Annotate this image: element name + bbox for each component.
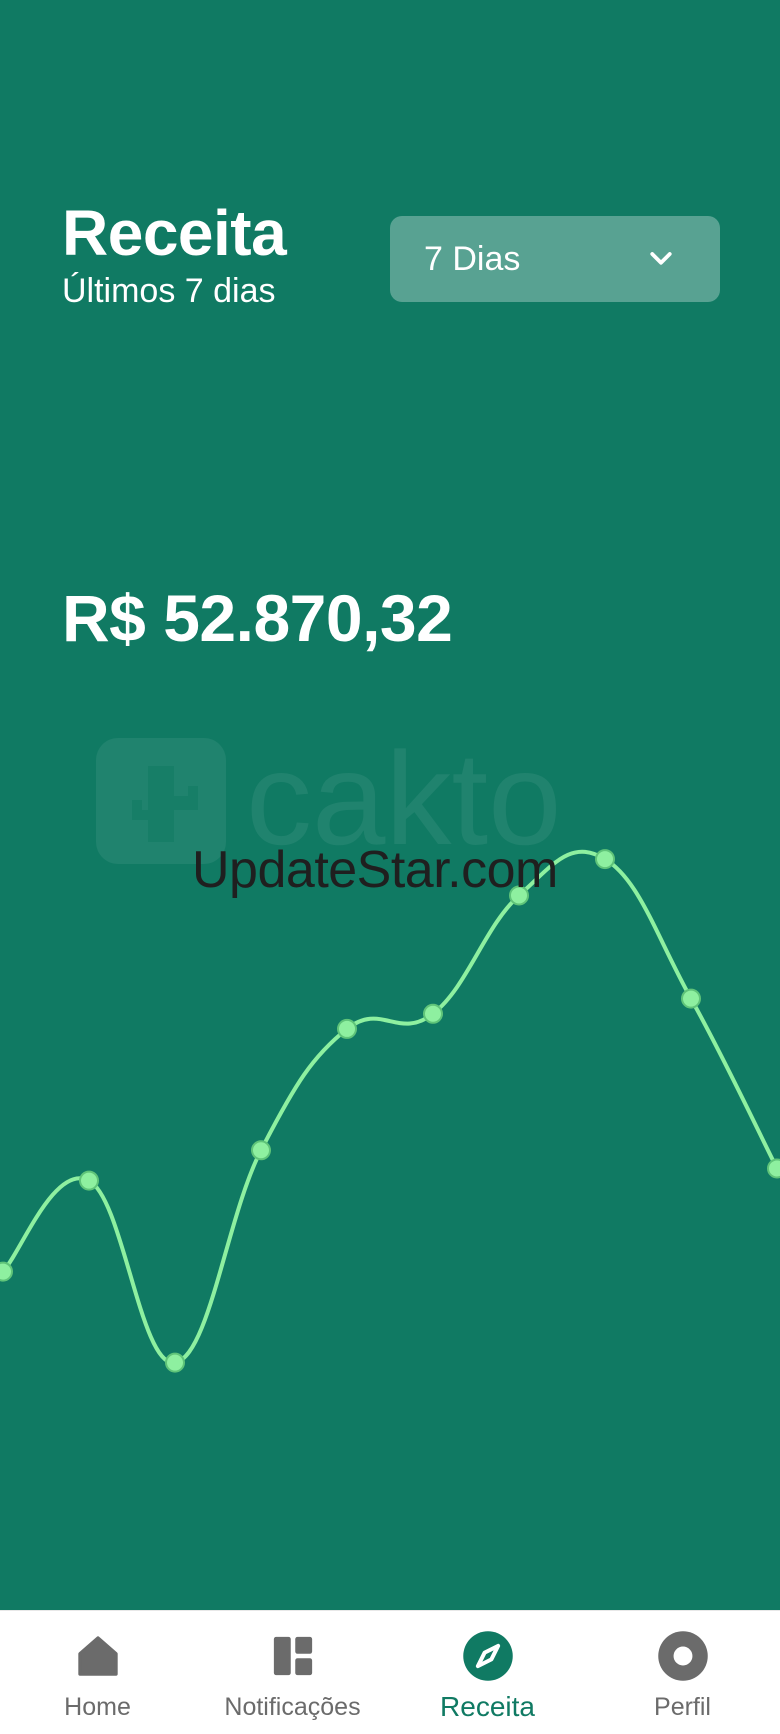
chart-point-4: [337, 1018, 357, 1039]
nav-label-notificacoes: Notificações: [224, 1693, 361, 1721]
grid-icon: [273, 1636, 312, 1676]
profile-icon: [657, 1631, 708, 1681]
nav-item-perfil[interactable]: Perfil: [585, 1611, 780, 1734]
nav-label-home: Home: [64, 1693, 131, 1721]
chart-series-line: [1, 849, 779, 1365]
nav-item-notificacoes[interactable]: Notificações: [195, 1611, 390, 1734]
chart-point-3: [251, 1140, 271, 1161]
chart-point-8: [681, 988, 701, 1009]
nav-item-home[interactable]: Home: [0, 1611, 195, 1734]
bottom-navigation: Home Notificações Receita Perfil: [0, 1610, 780, 1734]
compass-icon: [462, 1631, 513, 1681]
chart-point-7: [595, 849, 615, 870]
chart-point-0: [0, 1261, 13, 1282]
home-icon: [77, 1636, 118, 1676]
chart-point-5: [423, 1003, 443, 1024]
nav-label-receita: Receita: [440, 1691, 535, 1722]
overlay-watermark: UpdateStar.com: [192, 841, 558, 899]
chart-point-1: [79, 1170, 99, 1191]
nav-label-perfil: Perfil: [654, 1693, 711, 1721]
chart-point-2: [165, 1352, 185, 1373]
chart-points: [0, 849, 780, 1373]
chart-point-9: [767, 1158, 780, 1179]
nav-item-receita[interactable]: Receita: [390, 1611, 585, 1734]
